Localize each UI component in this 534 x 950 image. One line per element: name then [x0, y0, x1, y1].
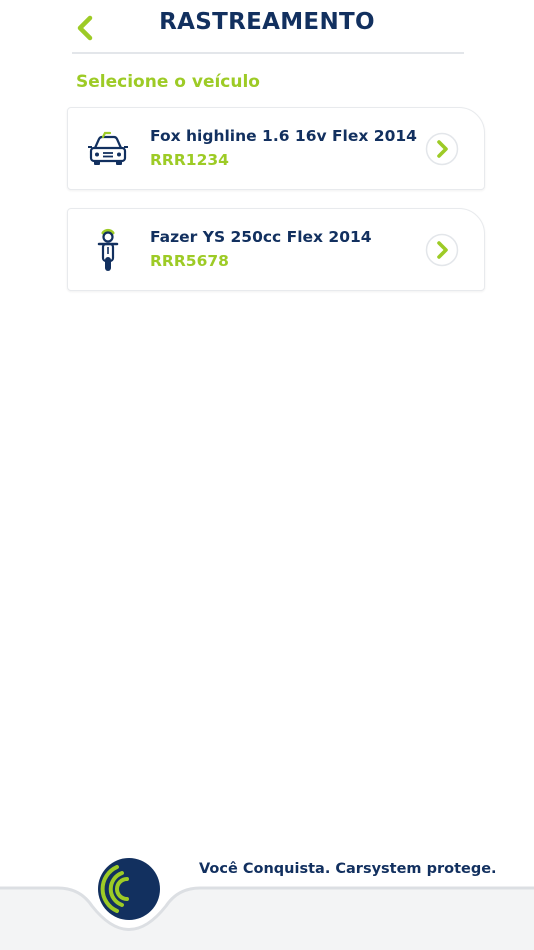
app-header: RASTREAMENTO: [0, 0, 534, 54]
vehicle-card-fox[interactable]: Fox highline 1.6 16v Flex 2014 RRR1234: [67, 107, 485, 190]
footer-bar: Você Conquista. Carsystem protege.: [0, 840, 534, 950]
vehicle-plate: RRR5678: [150, 252, 229, 270]
footer-wave: [0, 886, 534, 950]
vehicle-card-fazer[interactable]: Fazer YS 250cc Flex 2014 RRR5678: [67, 208, 485, 291]
carsystem-signal-logo: [98, 858, 160, 920]
vehicle-name: Fox highline 1.6 16v Flex 2014: [150, 127, 417, 145]
motorcycle-icon: [97, 228, 119, 271]
chevron-right-icon: [425, 233, 459, 267]
car-icon: [88, 131, 128, 165]
page-title: RASTREAMENTO: [159, 9, 375, 35]
footer-slogan: Você Conquista. Carsystem protege.: [199, 861, 497, 877]
vehicle-name: Fazer YS 250cc Flex 2014: [150, 228, 372, 246]
chevron-right-icon: [425, 132, 459, 166]
vehicle-plate: RRR1234: [150, 151, 229, 169]
section-label: Selecione o veículo: [76, 72, 260, 92]
header-divider: [72, 52, 464, 54]
open-vehicle-button[interactable]: [425, 132, 459, 166]
open-vehicle-button[interactable]: [425, 233, 459, 267]
